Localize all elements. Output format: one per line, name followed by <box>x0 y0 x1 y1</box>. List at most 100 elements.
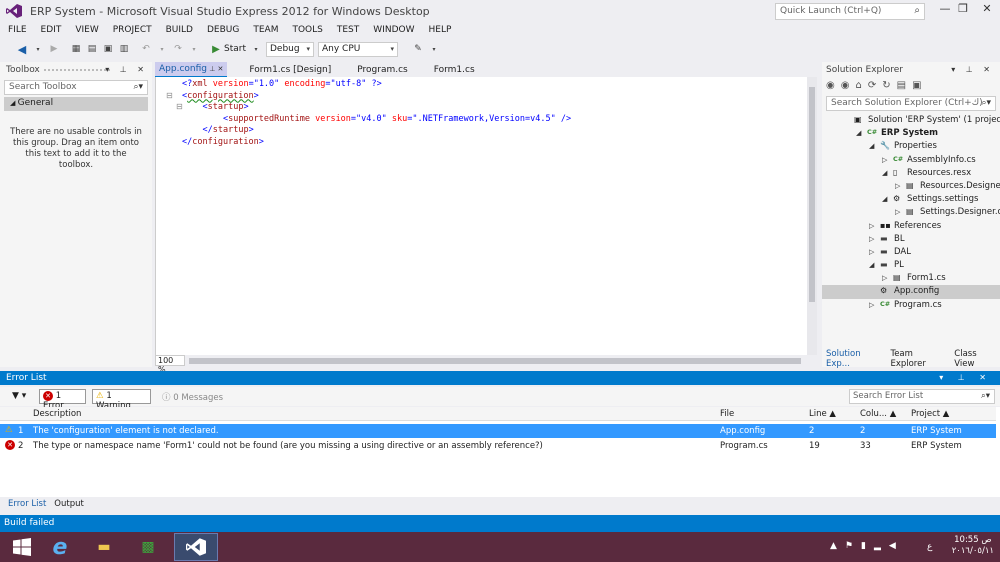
horizontal-scrollbar[interactable] <box>189 358 801 364</box>
messages-filter-button[interactable]: ⓘ 0 Messages <box>162 391 223 403</box>
column-column[interactable]: Colu... ▲ <box>860 409 896 419</box>
expand-icon[interactable]: ▷ <box>895 182 900 190</box>
code-line[interactable]: <configuration> <box>182 91 571 103</box>
tree-item[interactable]: ▷ ▪▪ References <box>822 220 1000 233</box>
file-explorer-icon[interactable]: ▬ <box>82 533 126 561</box>
refresh-icon[interactable]: ↻ <box>882 80 890 91</box>
start-dropdown-icon[interactable]: ▾ <box>250 43 262 55</box>
start-icon[interactable]: ▶ <box>210 43 222 55</box>
collapse-icon[interactable]: ◢ <box>869 142 874 150</box>
menu-file[interactable]: FILE <box>8 25 27 35</box>
network-icon[interactable]: ▂ <box>874 541 889 551</box>
tab-form1-cs-design-[interactable]: Form1.cs [Design] <box>245 63 335 77</box>
redo-dropdown-icon[interactable]: ▾ <box>188 43 200 55</box>
collapse-all-icon[interactable]: ▤ <box>897 80 906 91</box>
store-icon[interactable]: ▩ <box>126 533 170 561</box>
panel-controls[interactable]: ▾ ⊥ ✕ <box>105 65 148 74</box>
menu-tools[interactable]: TOOLS <box>292 25 322 35</box>
battery-icon[interactable]: ▮ <box>861 541 874 551</box>
menu-build[interactable]: BUILD <box>166 25 193 35</box>
tree-item[interactable]: ◢ ⚙ Settings.settings <box>822 193 1000 206</box>
start-button[interactable]: Start <box>224 44 246 54</box>
attach-icon[interactable]: ✎ <box>412 43 424 55</box>
tree-item[interactable]: ⚙ App.config <box>822 285 1000 299</box>
toolbox-group-general[interactable]: ◢ General <box>4 97 148 111</box>
code-line[interactable]: <supportedRuntime version="v4.0" sku=".N… <box>182 114 571 126</box>
sync-icon[interactable]: ⟳ <box>868 80 876 91</box>
tab-output[interactable]: Output <box>54 499 84 509</box>
collapse-icon[interactable]: ◢ <box>882 195 887 203</box>
quick-launch-input[interactable]: Quick Launch (Ctrl+Q) ⌕ <box>775 3 925 20</box>
new-project-icon[interactable]: ▦ <box>70 43 82 55</box>
tab-form1-cs[interactable]: Form1.cs <box>430 63 479 77</box>
tree-item[interactable]: ▷ ▤ Resources.Designer.cs <box>822 180 1000 193</box>
zoom-select[interactable]: 100 % <box>155 355 185 374</box>
code-line[interactable]: <startup> <box>182 102 571 114</box>
expand-icon[interactable]: ▷ <box>882 274 887 282</box>
solution-search-input[interactable]: Search Solution Explorer (Ctrl+ك) ⌕▾ <box>826 96 996 111</box>
undo-dropdown-icon[interactable]: ▾ <box>156 43 168 55</box>
expand-icon[interactable]: ▷ <box>869 222 874 230</box>
panel-controls[interactable]: ▾ ⊥ ✕ <box>939 373 992 382</box>
filter-icon[interactable]: ▼ ▾ <box>12 391 26 401</box>
visual-studio-taskbar-icon[interactable] <box>174 533 218 561</box>
expand-icon[interactable]: ▷ <box>869 301 874 309</box>
tree-item[interactable]: ▷ C# AssemblyInfo.cs <box>822 154 1000 167</box>
volume-icon[interactable]: ◀ <box>889 541 904 551</box>
show-hidden-icons-icon[interactable]: ▲ <box>830 541 845 551</box>
expand-icon[interactable]: ▷ <box>882 156 887 164</box>
expand-icon[interactable]: ▷ <box>869 235 874 243</box>
dropdown-arrow-icon[interactable]: ▾ <box>32 43 44 55</box>
code-line[interactable]: </configuration> <box>182 137 571 149</box>
menu-help[interactable]: HELP <box>428 25 451 35</box>
save-icon[interactable]: ▣ <box>102 43 114 55</box>
tree-item[interactable]: ◢ ▯ Resources.resx <box>822 167 1000 180</box>
tree-item[interactable]: ◢ C# ERP System <box>822 127 1000 140</box>
restore-button[interactable]: ❐ <box>950 2 976 18</box>
column-description[interactable]: Description <box>33 409 81 419</box>
table-row[interactable]: ⚠ 1 The 'configuration' element is not dec… <box>0 424 996 438</box>
tab-app-config[interactable]: App.config ⊥ ✕ <box>155 61 228 78</box>
collapse-icon[interactable]: ⊟ <box>166 91 178 103</box>
column-line[interactable]: Line ▲ <box>809 409 836 419</box>
collapse-icon[interactable]: ◢ <box>882 169 887 177</box>
show-all-files-icon[interactable]: ▣ <box>912 80 921 91</box>
tab-team-explorer[interactable]: Team Explorer <box>890 349 946 369</box>
undo-icon[interactable]: ↶ <box>140 43 152 55</box>
menu-window[interactable]: WINDOW <box>373 25 414 35</box>
configuration-select[interactable]: Debug ▾ <box>266 41 314 57</box>
panel-controls[interactable]: ▾ ⊥ ✕ <box>951 65 994 74</box>
scroll-thumb[interactable] <box>809 87 815 302</box>
tree-item[interactable]: ▣ Solution 'ERP System' (1 project) <box>822 114 1000 127</box>
tree-item[interactable]: ▷ ▬ DAL <box>822 246 1000 259</box>
forward-icon[interactable]: ◉ <box>841 80 850 91</box>
forward-icon[interactable]: ▶ <box>48 43 60 55</box>
expand-icon[interactable]: ▷ <box>895 208 900 216</box>
code-lines[interactable]: <?xml version="1.0" encoding="utf-8" ?> <… <box>182 79 571 148</box>
menu-project[interactable]: PROJECT <box>113 25 152 35</box>
home-icon[interactable]: ⌂ <box>855 80 861 91</box>
back-icon[interactable]: ◀ <box>16 43 28 56</box>
menu-view[interactable]: VIEW <box>75 25 98 35</box>
tree-item[interactable]: ▷ C# Program.cs <box>822 299 1000 312</box>
code-editor[interactable]: ⊟ ⊟ <?xml version="1.0" encoding="utf-8"… <box>155 77 817 355</box>
tree-item[interactable]: ▷ ▤ Settings.Designer.cs <box>822 206 1000 219</box>
vertical-scrollbar[interactable] <box>807 77 817 355</box>
error-search-input[interactable]: Search Error List ⌕▾ <box>849 389 995 404</box>
clock[interactable]: 10:55 ص ٢٠١٦/٠٥/١١ <box>952 535 994 557</box>
column-project[interactable]: Project ▲ <box>911 409 949 419</box>
table-row[interactable]: ✕ 2 The type or namespace name 'Form1' cou… <box>0 439 996 453</box>
collapse-icon[interactable]: ⊟ <box>166 102 183 114</box>
menu-team[interactable]: TEAM <box>253 25 278 35</box>
menu-test[interactable]: TEST <box>337 25 359 35</box>
errors-filter-button[interactable]: ✕ 1 Error <box>39 389 86 411</box>
warnings-filter-button[interactable]: ⚠ 1 Warning <box>92 389 151 411</box>
close-button[interactable]: ✕ <box>974 2 1000 18</box>
save-all-icon[interactable]: ▥ <box>118 43 130 55</box>
code-line[interactable]: <?xml version="1.0" encoding="utf-8" ?> <box>182 79 571 91</box>
menu-debug[interactable]: DEBUG <box>207 25 239 35</box>
pin-close-icon[interactable]: ⊥ ✕ <box>207 65 223 73</box>
platform-select[interactable]: Any CPU ▾ <box>318 41 398 57</box>
tree-item[interactable]: ▷ ▬ BL <box>822 233 1000 246</box>
tree-item[interactable]: ◢ 🔧 Properties <box>822 140 1000 153</box>
